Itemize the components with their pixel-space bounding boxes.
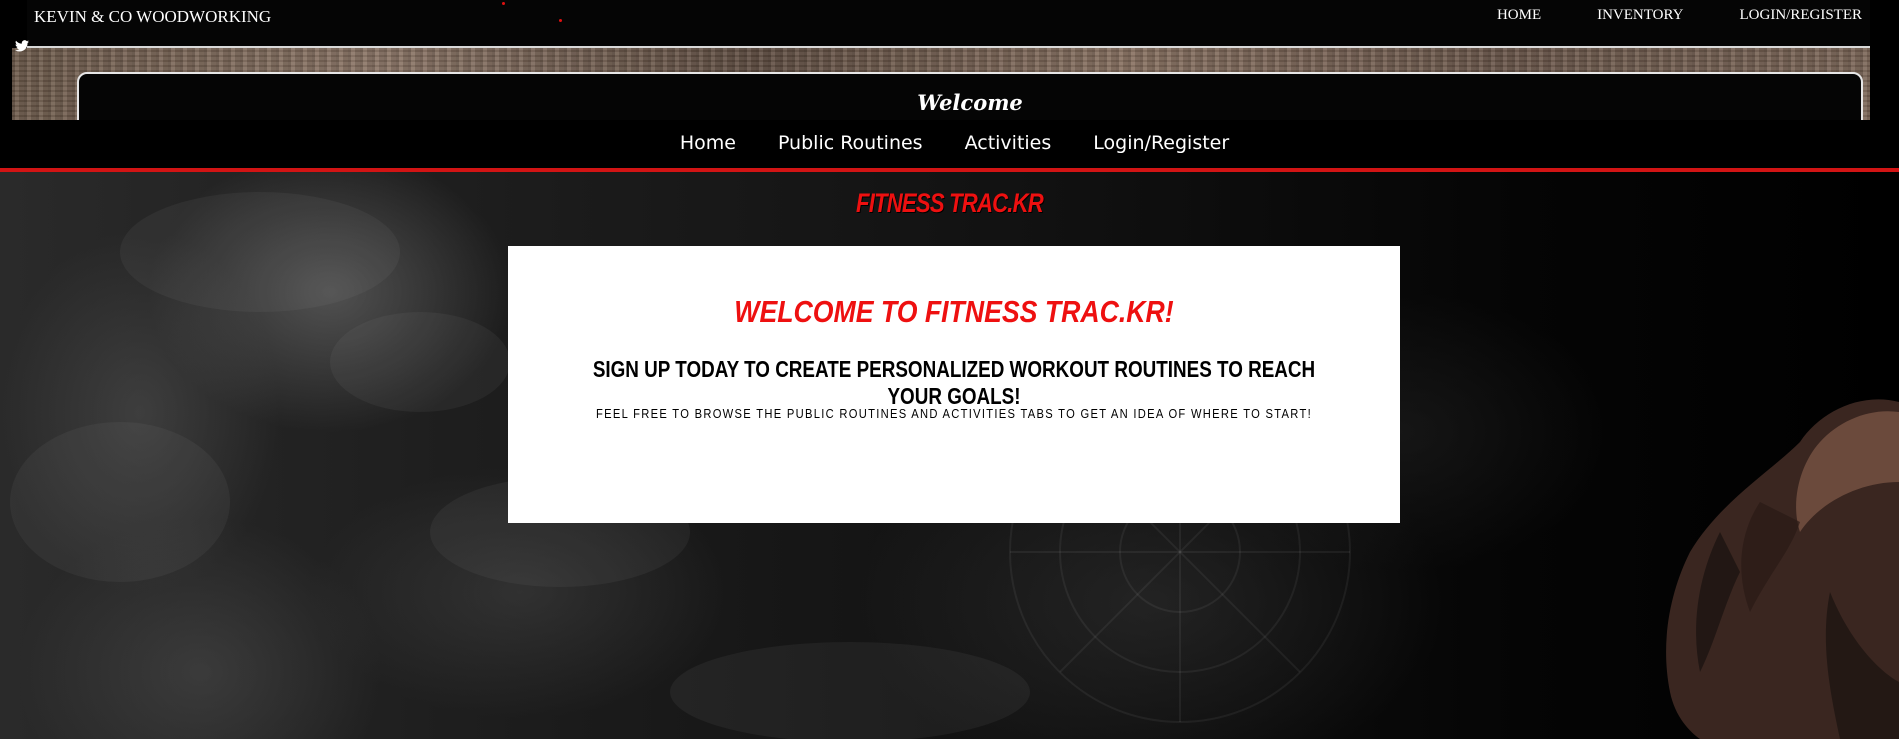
kc-nav-login-register[interactable]: LOGIN/REGISTER bbox=[1740, 7, 1863, 24]
nav-login-register-link[interactable]: Login/Register bbox=[1093, 132, 1229, 154]
kc-top-navbar: KEVIN & CO WOODWORKING HOME INVENTORY LO… bbox=[27, 0, 1870, 48]
red-speck bbox=[559, 19, 562, 22]
fitness-nav-links: Home Public Routines Activities Login/Re… bbox=[680, 132, 1229, 154]
twitter-icon[interactable] bbox=[15, 40, 29, 55]
welcome-card: WELCOME TO FITNESS TRAC.KR! SIGN UP TODA… bbox=[508, 246, 1400, 523]
kc-welcome-title: Welcome bbox=[917, 90, 1023, 115]
nav-public-routines-link[interactable]: Public Routines bbox=[778, 132, 923, 154]
welcome-note: FEEL FREE TO BROWSE THE PUBLIC ROUTINES … bbox=[596, 406, 1312, 421]
nav-activities-link[interactable]: Activities bbox=[965, 132, 1052, 154]
kc-nav-links: HOME INVENTORY LOGIN/REGISTER bbox=[1497, 7, 1862, 24]
kc-brand-link[interactable]: KEVIN & CO WOODWORKING bbox=[34, 7, 271, 27]
page: KEVIN & CO WOODWORKING HOME INVENTORY LO… bbox=[0, 0, 1899, 739]
welcome-title: WELCOME TO FITNESS TRAC.KR! bbox=[734, 294, 1174, 329]
fitness-navbar: Home Public Routines Activities Login/Re… bbox=[0, 120, 1899, 172]
red-speck bbox=[502, 2, 505, 5]
fitness-logo[interactable]: FITNESS TRAC.KR bbox=[171, 188, 1728, 219]
kc-nav-home[interactable]: HOME bbox=[1497, 7, 1541, 24]
welcome-subtitle: SIGN UP TODAY TO CREATE PERSONALIZED WOR… bbox=[592, 356, 1316, 409]
nav-home-link[interactable]: Home bbox=[680, 132, 736, 154]
kc-nav-inventory[interactable]: INVENTORY bbox=[1597, 7, 1683, 24]
